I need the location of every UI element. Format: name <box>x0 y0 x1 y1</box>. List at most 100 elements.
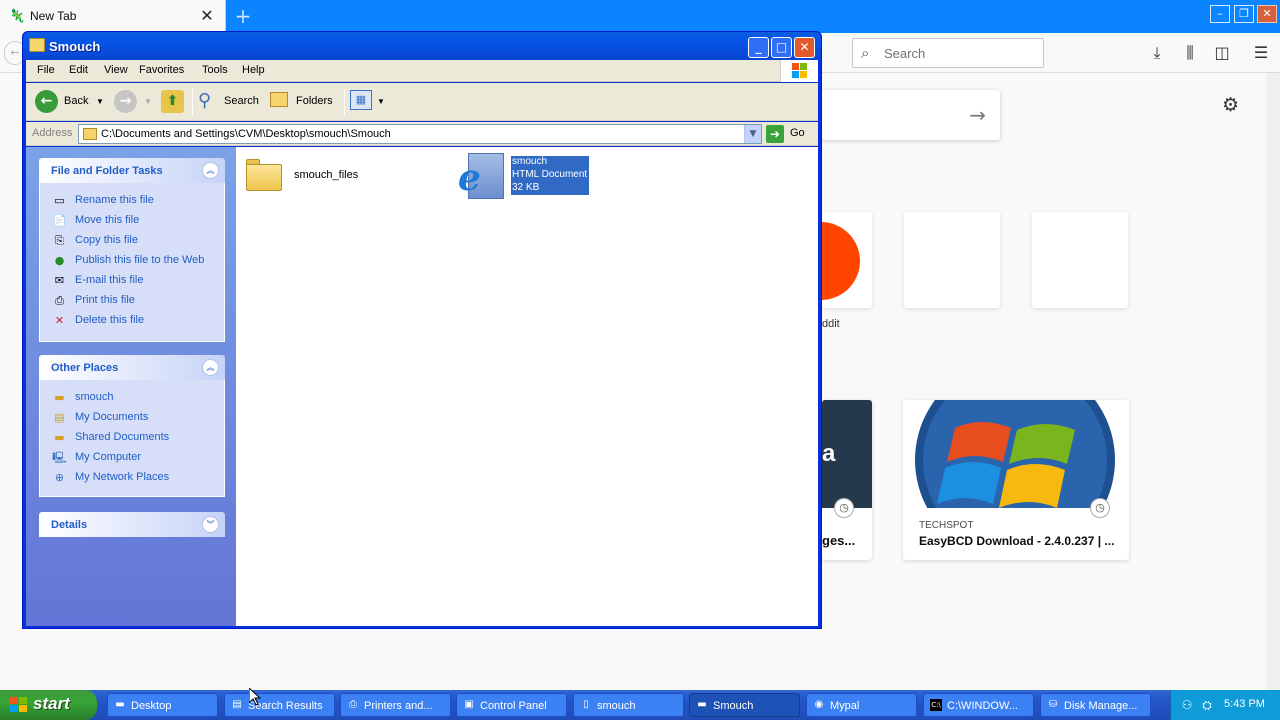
library-icon[interactable]: ⫼ <box>1179 42 1201 64</box>
taskbar-item-desktop[interactable]: ▬ Desktop <box>107 693 218 717</box>
delete-icon: ✕ <box>54 314 65 327</box>
menu-help[interactable]: Help <box>242 64 265 76</box>
windows-flag-icon <box>10 697 28 713</box>
close-button[interactable]: ✕ <box>794 37 815 58</box>
search-label: Search <box>224 95 259 107</box>
sidebar-icon[interactable]: ◫ <box>1211 42 1233 64</box>
forward-button[interactable]: → ▼ <box>114 90 154 114</box>
search-icon: ⌕ <box>861 44 870 62</box>
minimize-button[interactable]: _ <box>748 37 769 58</box>
gear-icon[interactable]: ⚙ <box>1222 94 1239 116</box>
menu-tools[interactable]: Tools <box>202 64 228 76</box>
up-folder-button[interactable]: ⬆ <box>161 90 185 114</box>
panel-header[interactable]: Other Places ︽ <box>39 355 225 380</box>
folders-button[interactable]: Folders <box>270 90 336 114</box>
clock[interactable]: 5:43 PM <box>1224 698 1265 710</box>
details-panel: Details ︾ <box>39 512 225 537</box>
search-button[interactable]: ⚲ Search <box>198 90 262 114</box>
address-input[interactable]: C:\Documents and Settings\CVM\Desktop\sm… <box>78 124 762 144</box>
address-label: Address <box>32 127 73 139</box>
taskbar-item-mypal[interactable]: ◉ Mypal <box>806 693 917 717</box>
views-grid-icon: ▦ <box>350 90 372 110</box>
menu-icon[interactable]: ☰ <box>1250 42 1272 64</box>
chevron-down-icon[interactable]: ▼ <box>744 125 761 143</box>
taskbar-item-search-results[interactable]: ▤ Search Results <box>224 693 335 717</box>
windows-logo-image <box>903 400 1129 508</box>
close-button[interactable]: ✕ <box>1257 5 1277 23</box>
taskbar-item-disk-management[interactable]: ⛁ Disk Manage... <box>1040 693 1151 717</box>
highlight-title: EasyBCD Download - 2.4.0.237 | ... <box>919 534 1115 548</box>
taskbar-item-smouch-doc[interactable]: ▯ smouch <box>573 693 684 717</box>
internet-explorer-document-icon: e <box>458 153 506 199</box>
taskbar-item-cmd[interactable]: C:\ C:\WINDOW... <box>923 693 1034 717</box>
standard-toolbar: ← Back ▼ → ▼ ⬆ ⚲ Search Folders ▦ ▼ <box>26 83 818 121</box>
menu-favorites[interactable]: Favorites <box>139 64 184 76</box>
top-site-reddit[interactable] <box>822 212 872 308</box>
tab-title: New Tab <box>30 9 77 23</box>
toolbar-separator <box>192 89 193 115</box>
search-input[interactable]: ⌕ Search <box>852 38 1044 68</box>
new-tab-icon[interactable]: + <box>232 5 254 27</box>
firefox-tab-bar: 🦎 New Tab ✕ + – ❐ ✕ <box>0 0 1280 33</box>
scrollbar[interactable] <box>1266 73 1280 690</box>
go-label: Go <box>790 127 805 139</box>
chevron-down-icon: ▼ <box>144 97 152 106</box>
printer-icon: ⎙ <box>55 294 64 307</box>
maximize-button[interactable]: □ <box>771 37 792 58</box>
browser-favicon-icon: 🦎 <box>9 9 26 24</box>
highlight-card[interactable]: ◷ TECHSPOT EasyBCD Download - 2.4.0.237 … <box>903 400 1129 560</box>
document-icon: ▯ <box>583 699 589 710</box>
folder-icon: ▬ <box>697 699 707 710</box>
printer-icon: ⎙ <box>349 699 357 710</box>
network-icon: ⊕ <box>54 471 65 484</box>
taskbar-item-printers[interactable]: ⎙ Printers and... <box>340 693 451 717</box>
menu-view[interactable]: View <box>104 64 128 76</box>
panel-header[interactable]: Details ︾ <box>39 512 225 537</box>
top-site-label: ddit <box>822 318 840 330</box>
safely-remove-hardware-icon[interactable]: ⛭ <box>1199 697 1215 713</box>
newtab-search-box[interactable]: → <box>822 90 1000 140</box>
views-button[interactable]: ▦ ▼ <box>350 90 386 114</box>
clock-icon: ◷ <box>834 498 854 518</box>
browser-icon: ◉ <box>814 699 824 710</box>
address-path: C:\Documents and Settings\CVM\Desktop\sm… <box>101 128 391 140</box>
back-button[interactable]: ← Back ▼ <box>35 90 105 114</box>
highlight-title: ges... <box>822 533 856 548</box>
file-name: smouch <box>512 156 548 167</box>
folder-icon: ▬ <box>54 391 65 404</box>
highlight-source: TECHSPOT <box>919 520 974 531</box>
clock-icon: ◷ <box>1090 498 1110 518</box>
arrow-right-icon[interactable]: → <box>969 103 986 127</box>
taskbar-item-smouch-folder[interactable]: ▬ Smouch <box>689 693 800 717</box>
download-icon[interactable]: ⤓ <box>1146 42 1168 64</box>
chevron-down-icon[interactable]: ▼ <box>96 97 104 106</box>
menu-edit[interactable]: Edit <box>69 64 88 76</box>
folders-label: Folders <box>296 95 333 107</box>
panel-body: ▭ Rename this file 📄 Move this file ⎘ Co… <box>39 183 225 342</box>
expand-icon[interactable]: ︾ <box>202 516 219 533</box>
search-results-icon: ▤ <box>232 699 242 710</box>
documents-icon: ▤ <box>54 411 65 424</box>
copy-icon: ⎘ <box>55 234 64 247</box>
window-titlebar[interactable]: Smouch _ □ ✕ <box>23 32 821 60</box>
panel-header[interactable]: File and Folder Tasks ︽ <box>39 158 225 183</box>
start-button[interactable]: start <box>0 690 97 720</box>
selected-file-label: smouch HTML Document 32 KB <box>511 156 589 195</box>
close-tab-icon[interactable]: ✕ <box>199 7 215 25</box>
taskbar-item-control-panel[interactable]: ▣ Control Panel <box>456 693 567 717</box>
file-item-html[interactable]: e smouch HTML Document 32 KB <box>236 147 596 203</box>
collapse-icon[interactable]: ︽ <box>202 359 219 376</box>
system-tray: ⚇ ⛭ 5:43 PM <box>1170 690 1280 720</box>
network-tray-icon[interactable]: ⚇ <box>1179 697 1195 713</box>
taskbar: start ▬ Desktop ▤ Search Results ⎙ Print… <box>0 690 1280 720</box>
highlight-card[interactable]: a ◷ ges... <box>822 400 872 560</box>
restore-button[interactable]: ❐ <box>1234 5 1254 23</box>
windows-flag-icon <box>780 60 818 82</box>
menu-file[interactable]: File <box>37 64 55 76</box>
minimize-button[interactable]: – <box>1210 5 1230 23</box>
top-site-empty[interactable] <box>1032 212 1128 308</box>
tab-new-tab[interactable]: 🦎 New Tab ✕ <box>0 0 226 33</box>
collapse-icon[interactable]: ︽ <box>202 162 219 179</box>
file-list-area[interactable]: smouch_files e smouch HTML Document 32 K… <box>236 147 818 626</box>
top-site-empty[interactable] <box>904 212 1000 308</box>
